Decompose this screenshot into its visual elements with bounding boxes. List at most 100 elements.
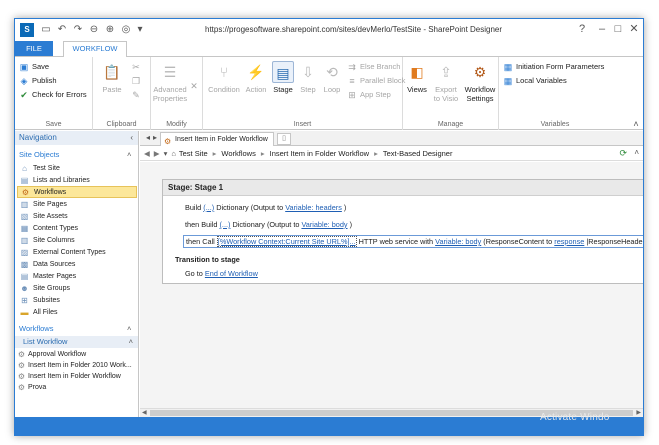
collapse-ribbon-button[interactable]: ˄ [631,117,643,130]
local-variables-button[interactable]: ▦ Local Variables [503,74,567,87]
goto-target-link[interactable]: End of Workflow [205,269,258,278]
nav-item-site-pages[interactable]: ▥ Site Pages [17,198,137,210]
condition-button[interactable]: ⑂ Condition [207,61,241,94]
collapse-pane-icon[interactable]: ‹ [130,131,133,145]
parallel-block-label: Parallel Block [360,76,406,85]
action-call-http[interactable]: then Call [%Workflow Context:Current Sit… [183,235,643,248]
request-body-link[interactable]: Variable: body [435,237,481,246]
save-group-label: Save [45,121,62,128]
tab-workflow[interactable]: WORKFLOW [63,41,127,57]
action-build-headers[interactable]: Build (...) Dictionary (Output to Variab… [185,203,346,212]
workflows-header[interactable]: Workflows ˄ [19,324,131,333]
site-objects-header[interactable]: Site Objects ˄ [19,150,131,159]
response-content-link[interactable]: response [554,237,584,246]
dictionary-link[interactable]: (...) [203,203,214,212]
format-painter-icon: ✎ [132,89,140,100]
forward-icon[interactable]: ▶ [154,149,160,158]
nav-item-all-files[interactable]: ▬ All Files [17,306,137,318]
tab-file[interactable]: FILE [15,41,53,56]
workflow-settings-button[interactable]: ⚙ Workflow Settings [463,61,497,103]
workflow-item-insert-2010[interactable]: ⚙ Insert Item in Folder 2010 Work... [17,360,137,371]
action-build-body[interactable]: then Build (...) Dictionary (Output to V… [185,220,352,229]
app-step-button[interactable]: ⊞ App Step [347,88,391,101]
help-button[interactable]: ? [573,21,591,37]
back-icon[interactable]: ⊖ [87,23,101,37]
step-button[interactable]: ⇩ Step [297,61,319,94]
action-text: Go to [185,269,203,278]
workflow-item-prova[interactable]: ⚙ Prova [17,382,137,393]
new-tab-button[interactable]: ▯ [277,133,291,145]
chevron-up-icon[interactable]: ˄ [634,148,639,157]
workflow-item-insert[interactable]: ⚙ Insert Item in Folder Workflow [17,371,137,382]
output-variable-link[interactable]: Variable: headers [285,203,342,212]
breadcrumb-test-site[interactable]: Test Site [179,149,208,158]
nav-item-site-assets[interactable]: ▧ Site Assets [17,210,137,222]
modify-group: ☰ Advanced Properties ✕ Modify [151,57,203,130]
output-variable-link[interactable]: Variable: body [301,220,347,229]
condition-label: Condition [208,85,240,94]
tab-forward-icon[interactable]: ▸ [150,133,160,143]
publish-button[interactable]: ◈ Publish [19,74,57,87]
dictionary-link[interactable]: (...) [220,220,231,229]
save-button[interactable]: ▣ Save [19,60,49,73]
nav-item-test-site[interactable]: ⌂ Test Site [17,162,137,174]
url-link[interactable]: [%Workflow Context:Current Site URL%]... [216,236,357,247]
nav-item-lists-libraries[interactable]: ▤ Lists and Libraries [17,174,137,186]
nav-item-external-content-types[interactable]: ▨ External Content Types [17,246,137,258]
nav-item-site-groups[interactable]: ☻ Site Groups [17,282,137,294]
advanced-properties-button[interactable]: ☰ Advanced Properties [151,61,189,103]
title-bar: S ▭ ↶ ↷ ⊖ ⊕ ◎ ▾ https://progesoftware.sh… [15,19,643,41]
format-painter-button[interactable]: ✎ [131,88,144,101]
navigation-pane: Navigation ‹ Site Objects ˄ ⌂ Test Site ▤… [15,131,139,417]
back-icon[interactable]: ◀ [144,149,150,158]
tab-insert-item-workflow[interactable]: ⚙ Insert Item in Folder Workflow [160,132,274,146]
cut-button[interactable]: ✂ [131,60,144,73]
list-workflow-header[interactable]: List Workflow ˄ [15,336,138,348]
views-button[interactable]: ◧ Views [405,61,429,94]
views-label: Views [407,85,427,94]
copy-button[interactable]: ❐ [131,74,144,87]
initiation-form-parameters-button[interactable]: ▦ Initiation Form Parameters [503,60,605,73]
insert-group-label: Insert [293,121,312,128]
action-text: Dictionary (Output to [232,220,300,229]
paste-button[interactable]: 📋 Paste [99,61,125,94]
workflow-settings-icon: ⚙ [473,64,487,80]
breadcrumb-workflows[interactable]: Workflows [221,149,255,158]
local-variables-label: Local Variables [516,76,567,85]
globe-icon[interactable]: ◎ [119,23,133,37]
save-icon[interactable]: ▭ [39,23,53,37]
nav-item-subsites[interactable]: ⊞ Subsites [17,294,137,306]
loop-icon: ⟲ [326,64,338,80]
customize-qat-icon[interactable]: ▾ [133,23,147,37]
undo-icon[interactable]: ↶ [55,23,69,37]
chevron-up-icon: ˄ [633,118,639,129]
nav-item-workflows[interactable]: ⚙ Workflows [17,186,137,198]
loop-button[interactable]: ⟲ Loop [321,61,343,94]
action-goto[interactable]: Go to End of Workflow [185,269,258,278]
site-objects-label: Site Objects [19,150,60,159]
chevron-up-icon: ˄ [127,150,132,159]
stage-button[interactable]: ▤ Stage [271,61,295,94]
nav-item-master-pages[interactable]: ▤ Master Pages [17,270,137,282]
workflow-item-approval[interactable]: ⚙ Approval Workflow [17,349,137,360]
nav-item-content-types[interactable]: ▦ Content Types [17,222,137,234]
redo-icon[interactable]: ↷ [71,23,85,37]
delete-button[interactable]: ✕ [189,79,202,92]
forward-icon[interactable]: ⊕ [103,23,117,37]
breadcrumb-text-designer[interactable]: Text-Based Designer [383,149,453,158]
dropdown-icon[interactable]: ▾ [164,149,168,158]
stage-block[interactable]: Stage: Stage 1 Build (...) Dictionary (O… [162,179,643,284]
refresh-icon[interactable]: ⟳ [619,148,627,159]
workflows-section-label: Workflows [19,324,54,333]
nav-item-site-columns[interactable]: ▥ Site Columns [17,234,137,246]
sharepoint-designer-window: S ▭ ↶ ↷ ⊖ ⊕ ◎ ▾ https://progesoftware.sh… [14,18,644,436]
else-branch-button[interactable]: ⇉ Else Branch [347,60,400,73]
check-errors-button[interactable]: ✔ Check for Errors [19,88,86,101]
nav-item-data-sources[interactable]: ▩ Data Sources [17,258,137,270]
export-visio-button[interactable]: ⇪ Export to Visio [431,61,461,103]
close-button[interactable]: ✕ [625,21,643,37]
parallel-block-button[interactable]: ≡ Parallel Block [347,74,405,87]
breadcrumb-workflow-name[interactable]: Insert Item in Folder Workflow [270,149,369,158]
action-button[interactable]: ⚡ Action [243,61,269,94]
document-tabs: ◂ ▸ ⚙ Insert Item in Folder Workflow ▯ [140,131,643,146]
